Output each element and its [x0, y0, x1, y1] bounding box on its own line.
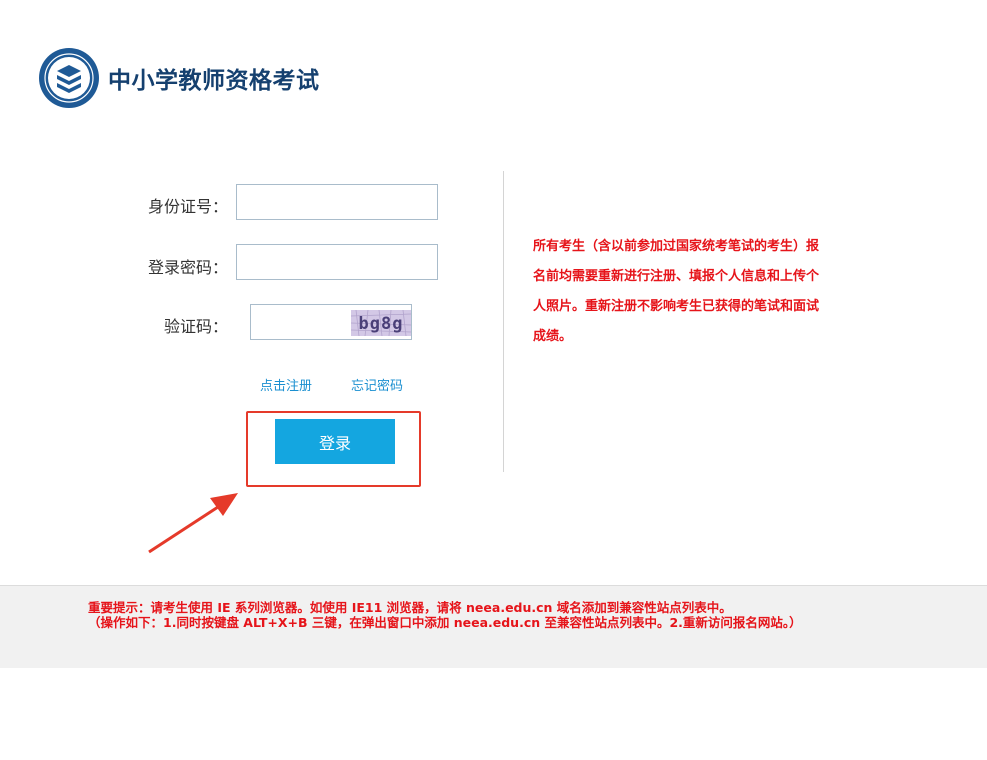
vertical-divider	[503, 171, 504, 472]
captcha-image[interactable]: bg8g	[351, 310, 411, 336]
captcha-label: 验证码：	[163, 317, 228, 336]
password-input[interactable]	[236, 244, 438, 280]
browser-instructions: （操作如下：1.同时按键盘 ALT+X+B 三键，在弹出窗口中添加 neea.e…	[88, 615, 802, 630]
annotation-arrow-icon	[148, 493, 238, 554]
site-header: 中小学教师资格考试	[38, 47, 320, 109]
login-button[interactable]: 登录	[275, 419, 395, 464]
footer-notice-bar: 重要提示：请考生使用 IE 系列浏览器。如使用 IE11 浏览器，请将 neea…	[0, 585, 987, 668]
exam-logo-icon	[39, 48, 99, 108]
registration-notice: 所有考生（含以前参加过国家统考笔试的考生）报名前均需要重新进行注册、填报个人信息…	[533, 239, 820, 344]
register-link[interactable]: 点击注册	[260, 375, 312, 394]
id-number-input[interactable]	[236, 184, 438, 220]
forgot-password-link[interactable]: 忘记密码	[351, 375, 403, 394]
site-title: 中小学教师资格考试	[108, 68, 320, 94]
captcha-text: bg8g	[359, 314, 404, 334]
password-label: 登录密码：	[147, 258, 228, 277]
id-number-label: 身份证号：	[147, 197, 228, 216]
